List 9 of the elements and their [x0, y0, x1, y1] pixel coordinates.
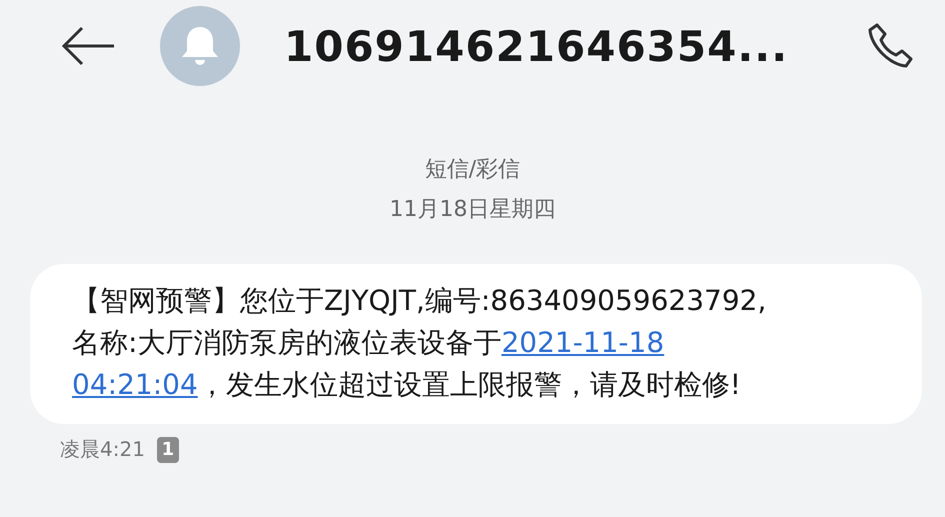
sim-badge: 1 — [156, 436, 179, 462]
contact-number: 106914621646354... — [284, 22, 790, 70]
date-link[interactable]: 04:21:04 — [72, 368, 198, 401]
back-icon[interactable] — [60, 26, 116, 66]
date-link[interactable]: 2021-11-18 — [501, 326, 664, 359]
message-text: 【智网预警】您位于ZJYQJT,编号:863409059623792, 名称:大厅消防泵房的液位表设备于2021-11-18 04:21:04，发生水位超过设置上限报警，请及时检修! — [72, 283, 768, 403]
message-time: 凌晨4:21 — [60, 436, 145, 463]
channel-label: 短信/彩信 — [424, 156, 520, 184]
date-label: 11月18日星期四 — [390, 196, 556, 224]
